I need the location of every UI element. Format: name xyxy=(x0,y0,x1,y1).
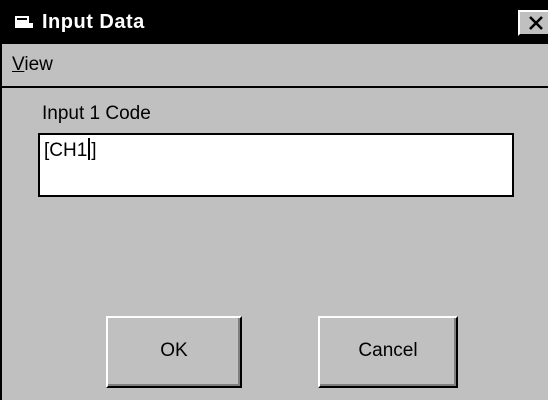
input-data-window: Input Data View Input 1 Code [CH1] OK Ca… xyxy=(0,0,548,400)
menu-bar: View xyxy=(2,44,548,88)
input-code-value: [CH1 xyxy=(44,140,88,161)
menu-item-view-label: iew xyxy=(24,54,53,75)
close-button[interactable] xyxy=(518,10,548,36)
input-code-field[interactable]: [CH1] xyxy=(38,133,514,197)
menu-item-view[interactable]: View xyxy=(12,52,53,78)
ok-button[interactable]: OK xyxy=(106,316,242,388)
input-code-value-end: ] xyxy=(91,140,97,161)
input-code-label: Input 1 Code xyxy=(42,103,151,124)
menu-item-view-mnemonic: V xyxy=(12,54,25,75)
window-icon xyxy=(15,16,33,28)
text-caret xyxy=(88,138,91,160)
title-bar[interactable]: Input Data xyxy=(2,0,548,44)
close-icon xyxy=(529,16,543,30)
cancel-button[interactable]: Cancel xyxy=(318,316,458,388)
window-title: Input Data xyxy=(42,11,145,33)
